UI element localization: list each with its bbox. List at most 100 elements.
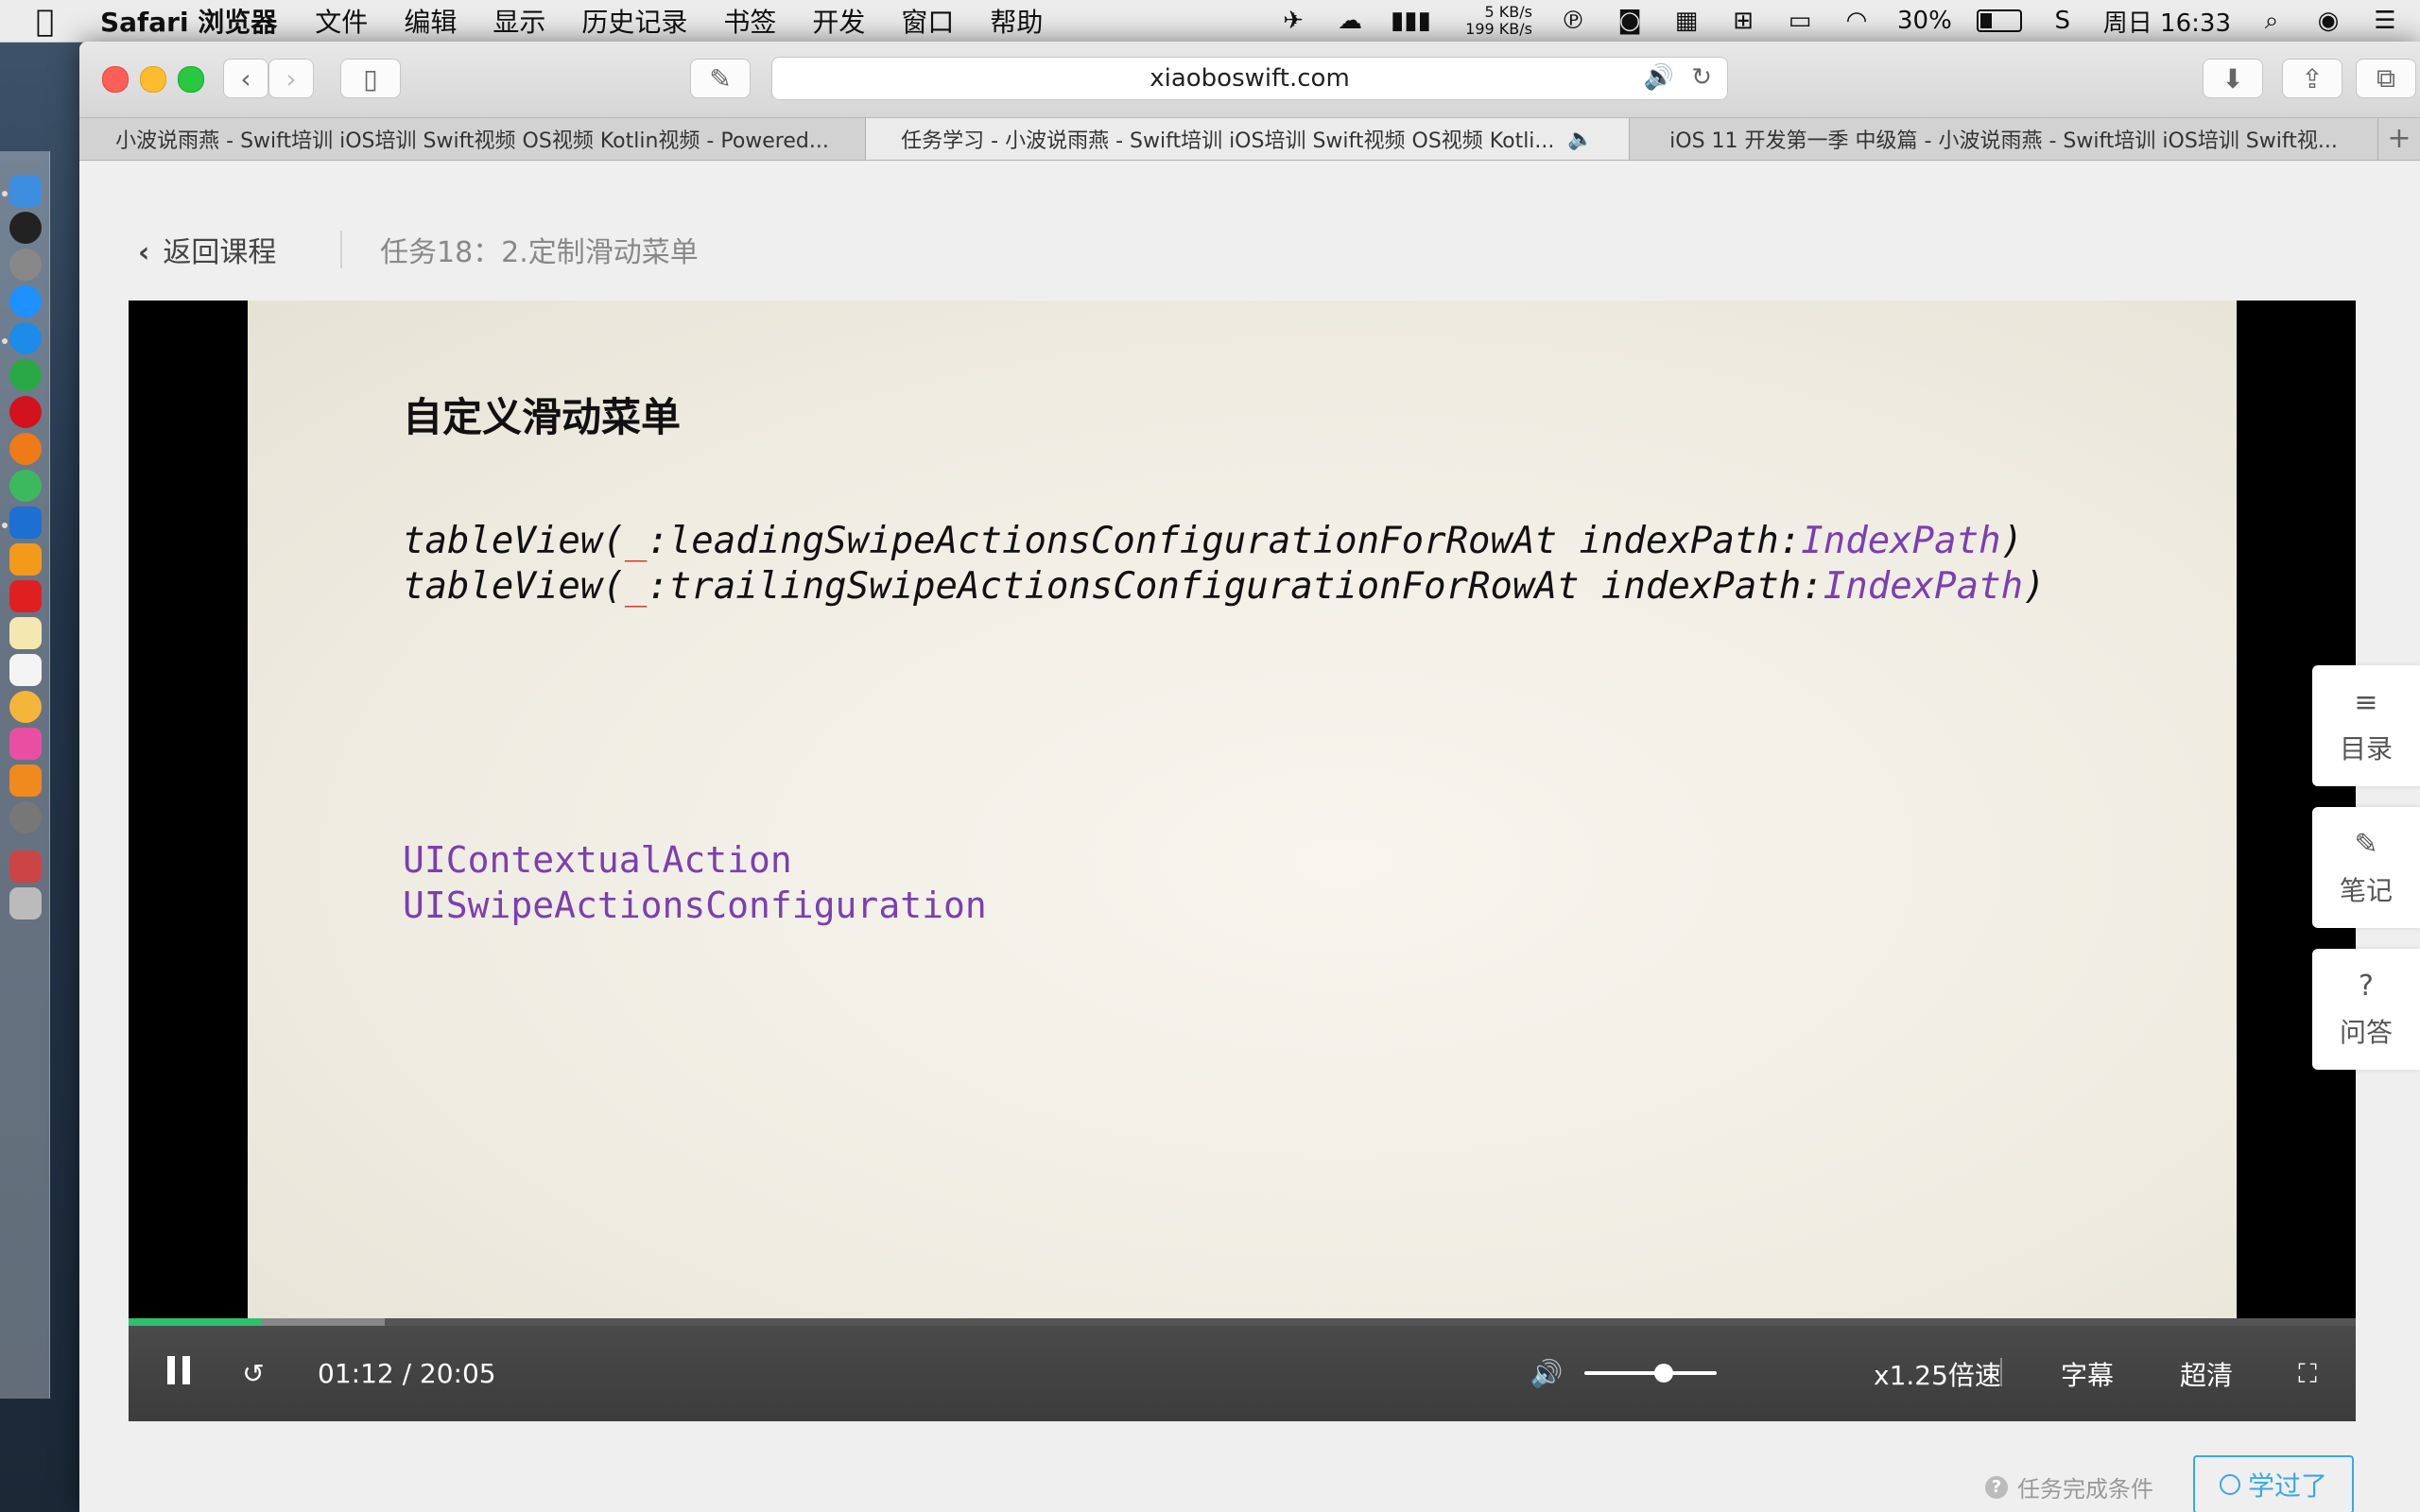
menu-app-name[interactable]: Safari 浏览器 xyxy=(100,2,277,40)
app-store-icon[interactable] xyxy=(9,285,42,318)
menu-help[interactable]: 帮助 xyxy=(990,2,1043,40)
forward-nav-button[interactable]: › xyxy=(268,59,314,98)
class-name-contextual-action: UIContextualAction xyxy=(403,839,792,881)
progress-bar[interactable] xyxy=(129,1318,2356,1326)
code-part: :leadingSwipeActionsConfigurationForRowA… xyxy=(647,520,1802,562)
notes-icon[interactable] xyxy=(9,617,42,649)
downloads-stack-icon[interactable] xyxy=(9,850,42,883)
trash-icon[interactable] xyxy=(9,887,42,919)
tab-ios11-course[interactable]: iOS 11 开发第一季 中级篇 - 小波说雨燕 - Swift培训 iOS培训… xyxy=(1630,118,2378,160)
notification-center-icon[interactable]: ☰ xyxy=(2369,7,2401,35)
qa-button[interactable]: ? 问答 xyxy=(2312,949,2420,1070)
downloads-button[interactable]: ⬇ xyxy=(2203,59,2263,98)
wifi-icon[interactable]: ◠ xyxy=(1841,7,1873,35)
wechat-icon[interactable] xyxy=(9,470,42,502)
input-method-icon[interactable]: ⊞ xyxy=(1727,7,1759,35)
youdao-dict-icon[interactable] xyxy=(9,580,42,612)
menu-file[interactable]: 文件 xyxy=(315,2,368,40)
photos-icon[interactable] xyxy=(9,691,42,723)
network-speed[interactable]: 5 KB/s 199 KB/s xyxy=(1447,4,1532,38)
tabs-overview-icon: ⧉ xyxy=(2377,62,2395,94)
chevron-left-icon: ‹ xyxy=(240,62,251,94)
notes-button[interactable]: ✎ 笔记 xyxy=(2312,807,2420,928)
code-type: IndexPath xyxy=(1801,520,2001,562)
menu-develop[interactable]: 开发 xyxy=(812,2,865,40)
speaker-icon: 🔊 xyxy=(1530,1358,1564,1389)
system-monitor-icon[interactable]: ▮▮▮ xyxy=(1391,7,1431,35)
sidebar-toggle-button[interactable]: ▯ xyxy=(340,59,401,98)
apple-icon[interactable]:  xyxy=(36,3,72,39)
net-down-speed: 199 KB/s xyxy=(1465,20,1532,38)
battery-percent[interactable]: 30% xyxy=(1897,7,1952,35)
qa-label: 问答 xyxy=(2339,1016,2393,1048)
finder-icon[interactable] xyxy=(9,175,42,207)
chevron-right-icon: › xyxy=(285,62,297,94)
fullscreen-icon: ⛶ xyxy=(2298,1357,2317,1389)
code-part: :trailingSwipeActionsConfigurationForRow… xyxy=(647,565,1824,608)
mute-button[interactable]: 🔊 xyxy=(1526,1326,1567,1421)
sublime-text-icon[interactable] xyxy=(9,543,42,576)
zoom-window-button[interactable] xyxy=(178,66,204,93)
paper-plane-icon[interactable]: ✈ xyxy=(1277,7,1309,35)
firefox-icon[interactable] xyxy=(9,433,42,465)
tab-title: iOS 11 开发第一季 中级篇 - 小波说雨燕 - Swift培训 iOS培训… xyxy=(1669,129,2338,153)
tab-task-learning[interactable]: 任务学习 - 小波说雨燕 - Swift培训 iOS培训 Swift视频 OS视… xyxy=(866,118,1630,160)
cloud-icon[interactable]: ☁ xyxy=(1334,7,1366,35)
reload-icon[interactable]: ↻ xyxy=(1691,63,1712,92)
pin-icon[interactable]: ℗ xyxy=(1557,7,1589,35)
mark-learned-button[interactable]: 学过了 xyxy=(2193,1455,2354,1512)
video-player[interactable]: 自定义滑动菜单 tableView(_:leadingSwipeActionsC… xyxy=(129,301,2356,1421)
battery-icon[interactable] xyxy=(1976,9,2022,32)
menu-history[interactable]: 历史记录 xyxy=(581,2,687,40)
minimize-window-button[interactable] xyxy=(140,66,166,93)
back-to-course-link[interactable]: ‹ 返回课程 xyxy=(138,229,276,270)
volume-slider[interactable] xyxy=(1584,1371,1717,1375)
tab-bar: 小波说雨燕 - Swift培训 iOS培训 Swift视频 OS视频 Kotli… xyxy=(79,118,2420,161)
tab-audio-icon[interactable]: 🔈 xyxy=(1567,128,1593,151)
reminders-icon[interactable] xyxy=(9,654,42,686)
toolbar: ‹ › ▯ ✎ xiaoboswift.com 🔊 ↻ ⬇ ⇪ ⧉ xyxy=(79,42,2420,118)
grid-icon[interactable]: ▦ xyxy=(1670,7,1703,35)
spotlight-search-icon[interactable]: ⌕ xyxy=(2256,7,2288,35)
opera-icon[interactable] xyxy=(9,396,42,428)
toc-button[interactable]: ≡ 目录 xyxy=(2312,665,2420,786)
evernote-extension-button[interactable]: ✎ xyxy=(690,59,751,98)
clock[interactable]: 周日 16:33 xyxy=(2103,4,2231,39)
divider xyxy=(340,231,342,268)
fullscreen-button[interactable]: ⛶ xyxy=(2284,1326,2331,1421)
chrome-icon[interactable] xyxy=(9,359,42,391)
show-tabs-button[interactable]: ⧉ xyxy=(2356,59,2416,98)
replay-button[interactable]: ↺ xyxy=(233,1326,274,1421)
audio-playing-icon[interactable]: 🔊 xyxy=(1644,63,1674,92)
tab-home[interactable]: 小波说雨燕 - Swift培训 iOS培训 Swift视频 OS视频 Kotli… xyxy=(79,118,866,160)
video-frame-slide: 自定义滑动菜单 tableView(_:leadingSwipeActionsC… xyxy=(248,301,2237,1321)
quality-button[interactable]: 超清 xyxy=(2180,1326,2233,1421)
sogou-icon[interactable]: S xyxy=(2047,7,2079,35)
speed-button[interactable]: x1.25倍速 xyxy=(1874,1326,2001,1421)
launchpad-icon[interactable] xyxy=(9,249,42,281)
siri-app-icon[interactable] xyxy=(9,212,42,244)
close-window-button[interactable] xyxy=(102,66,129,93)
itunes-icon[interactable] xyxy=(9,728,42,760)
system-preferences-icon[interactable] xyxy=(9,801,42,833)
completion-condition-link[interactable]: ? 任务完成条件 xyxy=(1985,1470,2153,1503)
back-nav-button[interactable]: ‹ xyxy=(223,59,268,98)
menu-edit[interactable]: 编辑 xyxy=(404,2,457,40)
ibooks-icon[interactable] xyxy=(9,765,42,797)
menu-view[interactable]: 显示 xyxy=(493,2,545,40)
siri-icon[interactable]: ◉ xyxy=(2312,7,2344,35)
menu-window[interactable]: 窗口 xyxy=(901,2,954,40)
camera-icon[interactable]: ◙ xyxy=(1614,7,1646,35)
xcode-icon[interactable] xyxy=(9,507,42,539)
volume-knob[interactable] xyxy=(1654,1364,1673,1383)
cast-icon[interactable]: ▭ xyxy=(1784,7,1816,35)
mark-learned-label: 学过了 xyxy=(2247,1470,2327,1502)
menu-bookmarks[interactable]: 书签 xyxy=(723,2,776,40)
safari-icon[interactable] xyxy=(9,322,42,354)
share-button[interactable]: ⇪ xyxy=(2282,59,2342,98)
address-bar[interactable]: xiaoboswift.com 🔊 ↻ xyxy=(771,57,1728,100)
pause-button[interactable] xyxy=(155,1326,202,1421)
new-tab-button[interactable]: + xyxy=(2378,118,2420,160)
code-line-leading: tableView(_:leadingSwipeActionsConfigura… xyxy=(403,520,2023,562)
subtitles-button[interactable]: 字幕 xyxy=(2061,1326,2114,1421)
